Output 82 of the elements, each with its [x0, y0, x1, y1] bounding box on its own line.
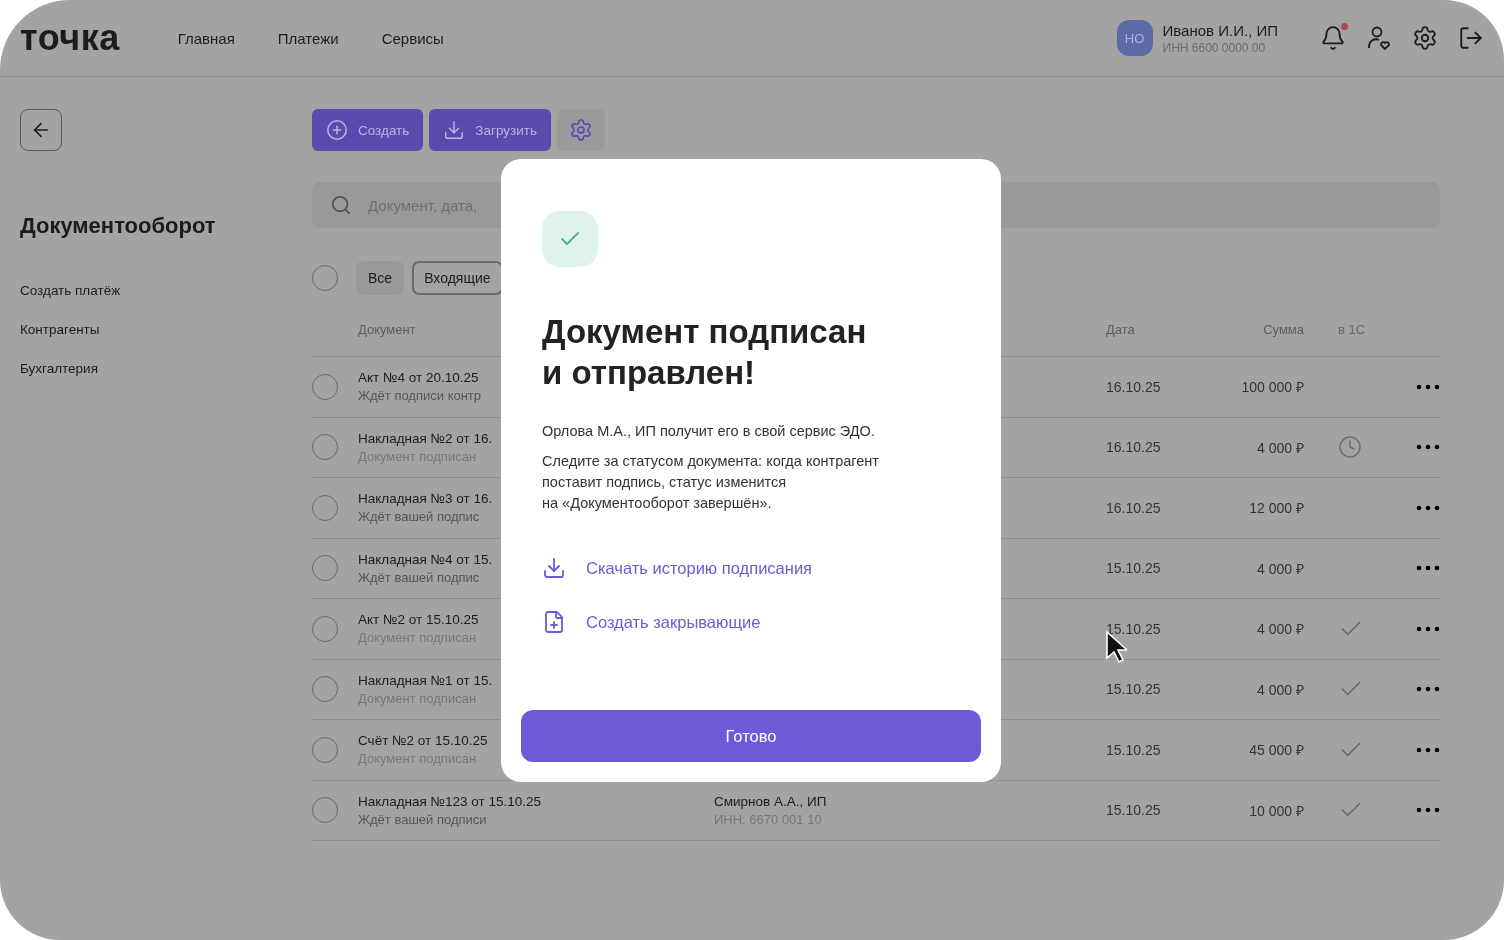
- plus-circle-icon: [326, 119, 348, 141]
- dialog-title: Документ подписан и отправлен!: [542, 312, 868, 393]
- profile-button[interactable]: [1366, 25, 1392, 51]
- document-title[interactable]: Накладная №1 от 15.: [358, 672, 493, 688]
- column-header: в 1С: [1338, 322, 1366, 337]
- more-icon: [1416, 383, 1440, 390]
- document-title[interactable]: Акт №4 от 20.10.25: [358, 370, 479, 386]
- amount-cell-text: 4 000 ₽: [1256, 438, 1304, 457]
- account-name: Иванов И.И., ИП: [1162, 21, 1278, 39]
- date-cell-text: 15.10.25: [1106, 560, 1162, 577]
- counterparty-name: Смирнов А.А., ИП: [714, 793, 827, 809]
- column-header: Сумма: [1262, 322, 1304, 337]
- amount-cell-text: 100 000 ₽: [1240, 378, 1304, 397]
- more-icon: [1416, 444, 1440, 451]
- sidebar-item[interactable]: Бухгалтерия: [20, 361, 292, 376]
- section-title: Документооборот: [20, 213, 217, 239]
- more-icon: [1416, 807, 1440, 814]
- upload-button[interactable]: Загрузить: [429, 109, 551, 151]
- back-button[interactable]: [20, 109, 62, 151]
- document-title[interactable]: Счёт №2 от 15.10.25: [358, 733, 488, 749]
- nav-link[interactable]: Платежи: [277, 29, 339, 47]
- search-icon: [330, 194, 352, 216]
- more-button[interactable]: [1416, 444, 1440, 451]
- date-cell-text: 15.10.25: [1106, 741, 1162, 758]
- more-button[interactable]: [1416, 807, 1440, 814]
- amount-cell-text: 4 000 ₽: [1256, 620, 1304, 639]
- clock-icon: [1338, 435, 1362, 460]
- nav-link[interactable]: Сервисы: [381, 29, 444, 47]
- amount-cell-text: 12 000 ₽: [1248, 499, 1304, 518]
- amount-cell-text: 4 000 ₽: [1256, 559, 1304, 578]
- settings-button[interactable]: [1412, 25, 1438, 51]
- amount-cell-text: 10 000 ₽: [1248, 801, 1304, 820]
- more-icon: [1416, 565, 1440, 572]
- nav-link[interactable]: Главная: [177, 29, 235, 47]
- more-icon: [1416, 504, 1440, 511]
- sidebar-item[interactable]: Контрагенты: [20, 322, 292, 337]
- document-status: Ждёт вашей подписи: [358, 811, 487, 827]
- filter-chip[interactable]: Все: [356, 261, 405, 295]
- more-button[interactable]: [1416, 746, 1440, 753]
- logo[interactable]: точка: [20, 17, 120, 59]
- dialog-link[interactable]: Скачать историю подписания: [542, 556, 981, 580]
- notifications-button[interactable]: [1320, 25, 1346, 51]
- date-cell-text: 15.10.25: [1106, 802, 1162, 819]
- settings-icon: [568, 118, 593, 142]
- sidebar-item[interactable]: Создать платёж: [20, 283, 292, 298]
- logout-icon: [1458, 25, 1484, 51]
- dialog-link[interactable]: Создать закрывающие: [542, 610, 981, 634]
- more-button[interactable]: [1416, 686, 1440, 693]
- date-cell-text: 16.10.25: [1106, 378, 1162, 395]
- document-title[interactable]: Накладная №123 от 15.10.25: [358, 793, 542, 809]
- more-button[interactable]: [1416, 383, 1440, 390]
- dialog-text: Следите за статусом документа: когда контрагент поставит подпись, статус изменится на «Документооборот завершён».: [542, 452, 880, 513]
- document-title[interactable]: Накладная №3 от 16.: [358, 491, 493, 507]
- more-icon: [1416, 625, 1440, 632]
- document-title[interactable]: Акт №2 от 15.10.25: [358, 612, 479, 628]
- date-cell-text: 16.10.25: [1106, 499, 1162, 516]
- document-title[interactable]: Накладная №4 от 15.: [358, 551, 493, 567]
- user-heart-icon: [1366, 25, 1392, 51]
- settings-icon: [1412, 25, 1438, 51]
- more-icon: [1416, 746, 1440, 753]
- logout-button[interactable]: [1458, 25, 1484, 51]
- document-status: Ждёт вашей подпис: [358, 509, 480, 525]
- column-header: Дата: [1106, 322, 1136, 337]
- more-button[interactable]: [1416, 565, 1440, 572]
- date-cell-text: 15.10.25: [1106, 620, 1162, 637]
- date-cell-text: 15.10.25: [1106, 681, 1162, 698]
- bell-icon: [1320, 25, 1346, 51]
- amount-cell-text: 4 000 ₽: [1256, 680, 1304, 699]
- download-icon: [443, 119, 466, 141]
- document-status: Ждёт вашей подпис: [358, 569, 480, 585]
- create-button[interactable]: Создать: [312, 109, 424, 151]
- done-button[interactable]: Готово: [521, 710, 981, 762]
- dialog-text: Орлова М.А., ИП получит его в свой сервис ЭДО.: [542, 422, 876, 441]
- amount-cell-text: 45 000 ₽: [1248, 741, 1304, 760]
- document-status: Ждёт подписи контр: [358, 388, 482, 404]
- download-icon: [542, 556, 566, 580]
- date-cell-text: 16.10.25: [1106, 439, 1162, 456]
- more-button[interactable]: [1416, 504, 1440, 511]
- document-plus-icon: [542, 610, 566, 634]
- more-button[interactable]: [1416, 625, 1440, 632]
- document-title[interactable]: Накладная №2 от 16.: [358, 430, 493, 446]
- more-icon: [1416, 686, 1440, 693]
